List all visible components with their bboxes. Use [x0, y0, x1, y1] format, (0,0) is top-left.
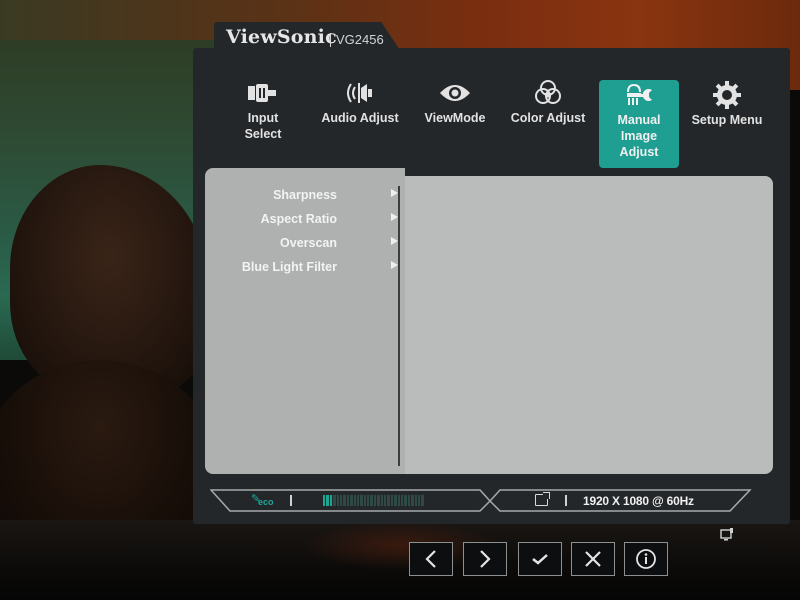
menu-item-input-select[interactable]: Input Select — [223, 78, 303, 166]
eco-meter-segment — [336, 495, 339, 506]
top-menu: Input Select Audio Adjust ViewMode Color… — [222, 78, 772, 170]
submenu-list: Sharpness Aspect Ratio Overscan Blue Lig… — [215, 186, 400, 282]
close-icon — [585, 551, 601, 567]
input-signal-icon — [535, 492, 550, 506]
info-button[interactable] — [624, 542, 668, 576]
submenu-item-aspect-ratio[interactable]: Aspect Ratio — [215, 210, 400, 234]
submenu-item-sharpness[interactable]: Sharpness — [215, 186, 400, 210]
eco-meter-segment — [421, 495, 424, 506]
chevron-right-icon — [480, 550, 491, 568]
eco-meter-segment — [394, 495, 397, 506]
arrow-right-icon — [391, 213, 398, 221]
chevron-left-icon — [425, 550, 436, 568]
menu-label: Audio Adjust — [321, 111, 399, 125]
gear-icon — [687, 80, 767, 110]
eco-meter-segment — [356, 495, 360, 506]
eco-meter-segment — [400, 495, 404, 506]
eco-meter-segment — [404, 495, 407, 506]
eco-meter-segment — [384, 495, 387, 506]
eco-meter-segment — [387, 495, 390, 506]
eco-meter-segment — [346, 495, 350, 506]
eco-meter — [323, 495, 424, 506]
options-pane — [405, 176, 773, 474]
menu-label: Select — [244, 127, 282, 141]
eye-icon — [415, 78, 495, 108]
eco-meter-segment — [397, 495, 400, 506]
eco-meter-segment — [370, 495, 373, 506]
eco-meter-segment — [363, 495, 367, 506]
eco-meter-segment — [380, 495, 384, 506]
menu-item-viewmode[interactable]: ViewMode — [415, 78, 495, 166]
speaker-icon — [320, 78, 400, 108]
status-bar: ✎ eco 1920 X 1080 @ 60Hz — [210, 489, 755, 513]
eco-meter-segment — [323, 495, 326, 506]
eco-meter-segment — [373, 495, 377, 506]
eco-meter-segment — [353, 495, 356, 506]
previous-button[interactable] — [409, 542, 453, 576]
resolution-readout: 1920 X 1080 @ 60Hz — [583, 494, 694, 508]
eco-meter-segment — [326, 495, 329, 506]
eco-meter-segment — [333, 495, 336, 506]
menu-label: Setup Menu — [691, 113, 763, 127]
eco-meter-segment — [329, 495, 333, 506]
brush-wrench-icon — [599, 80, 679, 110]
brand-logo: ViewSonic — [226, 26, 337, 48]
menu-label: ViewMode — [424, 111, 486, 125]
eco-meter-segment — [417, 495, 421, 506]
input-connector-icon — [223, 78, 303, 108]
info-icon — [636, 549, 656, 569]
separator — [565, 495, 567, 506]
submenu-label: Blue Light Filter — [241, 260, 337, 274]
eco-meter-segment — [377, 495, 380, 506]
arrow-right-icon — [391, 261, 398, 269]
submenu-label: Aspect Ratio — [260, 212, 337, 226]
menu-label: Color Adjust — [510, 111, 586, 125]
eco-meter-segment — [339, 495, 343, 506]
menu-item-audio-adjust[interactable]: Audio Adjust — [320, 78, 400, 166]
color-circles-icon — [508, 78, 588, 108]
eco-meter-segment — [350, 495, 353, 506]
menu-item-setup-menu[interactable]: Setup Menu — [687, 80, 767, 168]
eco-label: eco — [258, 497, 274, 507]
confirm-button[interactable] — [518, 542, 562, 576]
eco-meter-segment — [367, 495, 370, 506]
menu-label: Manual Image — [617, 113, 661, 143]
menu-label: Adjust — [619, 145, 659, 159]
submenu-item-blue-light-filter[interactable]: Blue Light Filter — [215, 258, 400, 282]
separator — [290, 495, 292, 506]
eco-meter-segment — [360, 495, 363, 506]
submenu-label: Overscan — [280, 236, 337, 250]
active-tab-connector — [602, 178, 678, 190]
eco-meter-segment — [407, 495, 411, 506]
menu-item-color-adjust[interactable]: Color Adjust — [508, 78, 588, 166]
eco-meter-segment — [411, 495, 414, 506]
eco-meter-segment — [390, 495, 394, 506]
submenu-item-overscan[interactable]: Overscan — [215, 234, 400, 258]
monitor-link-icon — [720, 528, 733, 541]
model-name: VG2456 — [330, 33, 384, 47]
arrow-right-icon — [391, 237, 398, 245]
menu-label: Input — [247, 111, 279, 125]
eco-meter-segment — [343, 495, 346, 506]
submenu-label: Sharpness — [273, 188, 337, 202]
close-button[interactable] — [571, 542, 615, 576]
menu-item-manual-image-adjust[interactable]: Manual Image Adjust — [599, 80, 679, 168]
check-icon — [532, 554, 548, 565]
eco-meter-segment — [414, 495, 417, 506]
arrow-right-icon — [391, 189, 398, 197]
next-button[interactable] — [463, 542, 507, 576]
